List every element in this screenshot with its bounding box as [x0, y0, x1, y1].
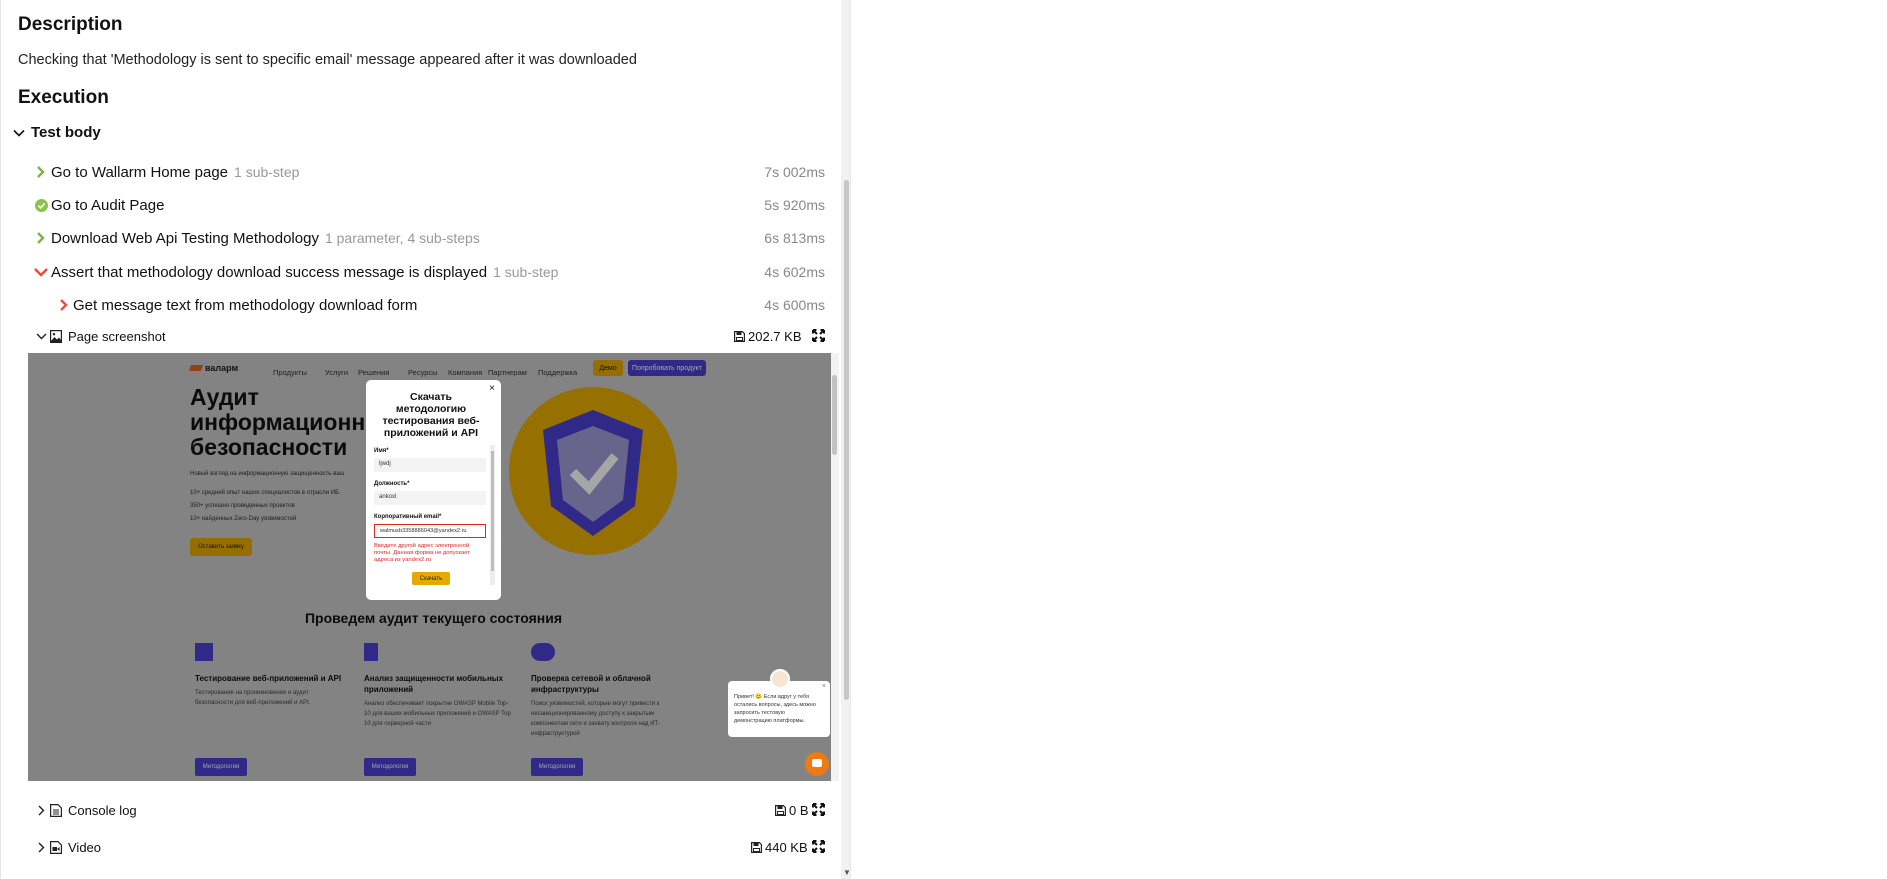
shot-chat-popup: × Привет! 😊 Если вдруг у тебя остались в… [728, 669, 830, 737]
shot-email-field: walmusb3358886043@yandex2.ru [374, 524, 486, 538]
screenshot-preview[interactable]: валарм Продукты Услуги Решения Ресурсы К… [28, 353, 839, 781]
shot-field-label: Имя* [374, 448, 389, 454]
screenshot-scrollbar[interactable] [831, 353, 839, 781]
test-result-pane: Description Checking that 'Methodology i… [0, 0, 851, 879]
attachment-video[interactable]: Video 440 KB [1, 834, 841, 862]
step-meta: 1 sub-step [493, 263, 559, 280]
shot-field-label: Корпоративный email* [374, 514, 442, 520]
execution-heading: Execution [18, 87, 109, 108]
close-icon: × [821, 683, 826, 690]
step-name: Get message text from methodology downlo… [73, 296, 418, 314]
attachment-size-value: 0 B [789, 803, 809, 818]
chevron-down-icon [34, 265, 48, 279]
shot-modal-scrollbar [490, 445, 495, 585]
shot-modal-title: Скачать методологию тестирования веб-при… [382, 391, 480, 439]
step-row[interactable]: Download Web Api Testing Methodology 1 pa… [1, 223, 841, 253]
chevron-right-icon [34, 165, 48, 179]
save-icon [734, 331, 745, 342]
pane-scrollbar[interactable]: ▼ [841, 0, 850, 879]
attachment-size-value: 202.7 KB [748, 329, 802, 344]
step-duration: 6s 813ms [764, 230, 825, 246]
test-body-label: Test body [31, 124, 101, 141]
chevron-down-icon [36, 333, 47, 340]
step-name: Download Web Api Testing Methodology [51, 229, 319, 247]
text-file-icon [50, 804, 62, 817]
chevron-right-icon [57, 298, 71, 312]
step-name: Assert that methodology download success… [51, 263, 488, 281]
close-icon: × [489, 383, 495, 394]
chevron-down-icon [13, 129, 25, 137]
chevron-right-icon [38, 805, 45, 816]
description-text: Checking that 'Methodology is sent to sp… [18, 52, 637, 68]
step-duration: 5s 920ms [764, 197, 825, 213]
shot-field-value: ljwdj [374, 458, 486, 472]
step-row[interactable]: Get message text from methodology downlo… [1, 290, 841, 320]
test-body-toggle[interactable]: Test body [13, 124, 101, 141]
attachment-size-value: 440 KB [765, 840, 808, 855]
attachment-page-screenshot[interactable]: Page screenshot 202.7 KB [1, 323, 841, 351]
chevron-right-icon [38, 842, 45, 853]
shot-chat-text: Привет! 😊 Если вдруг у тебя остались воп… [734, 694, 816, 724]
expand-icon[interactable] [812, 803, 825, 816]
step-row[interactable]: Go to Wallarm Home page 1 sub-step 7s 002… [1, 157, 841, 187]
expand-icon[interactable] [812, 329, 825, 342]
step-meta: 1 parameter, 4 sub-steps [324, 229, 480, 246]
step-row[interactable]: Assert that methodology download success… [1, 257, 841, 287]
chevron-right-icon [34, 231, 48, 245]
image-file-icon [50, 330, 62, 343]
attachment-label: Page screenshot [68, 329, 166, 344]
step-name: Go to Audit Page [51, 196, 165, 214]
save-icon [775, 805, 786, 816]
scrollbar-thumb[interactable] [844, 180, 849, 700]
shot-download-button: Скачать [412, 572, 450, 585]
shot-field-value: ankoxl [374, 491, 486, 505]
attachment-size: 0 B [775, 803, 809, 818]
empty-right-area [852, 0, 1887, 879]
step-duration: 4s 600ms [764, 297, 825, 313]
step-row[interactable]: Go to Audit Page 5s 920ms [1, 190, 841, 220]
attachment-console-log[interactable]: Console log 0 B [1, 797, 841, 825]
step-name: Go to Wallarm Home page [51, 163, 229, 181]
attachment-size: 202.7 KB [734, 329, 802, 344]
check-circle-icon [34, 198, 48, 212]
attachment-label: Console log [68, 803, 137, 818]
expand-icon[interactable] [812, 840, 825, 853]
save-icon [751, 842, 762, 853]
shot-download-modal: × Скачать методологию тестирования веб-п… [366, 380, 501, 600]
avatar [770, 669, 790, 689]
step-duration: 4s 602ms [764, 264, 825, 280]
step-duration: 7s 002ms [764, 164, 825, 180]
attachment-size: 440 KB [751, 840, 808, 855]
step-meta: 1 sub-step [234, 163, 300, 180]
description-heading: Description [18, 14, 123, 35]
video-file-icon [50, 841, 62, 854]
scroll-down-arrow-icon[interactable]: ▼ [843, 868, 850, 877]
shot-field-label: Должность* [374, 481, 410, 487]
chat-bubble-icon [805, 752, 829, 776]
attachment-label: Video [68, 840, 102, 855]
shot-email-error: Введите другой адрес электронной почты. … [374, 543, 470, 563]
